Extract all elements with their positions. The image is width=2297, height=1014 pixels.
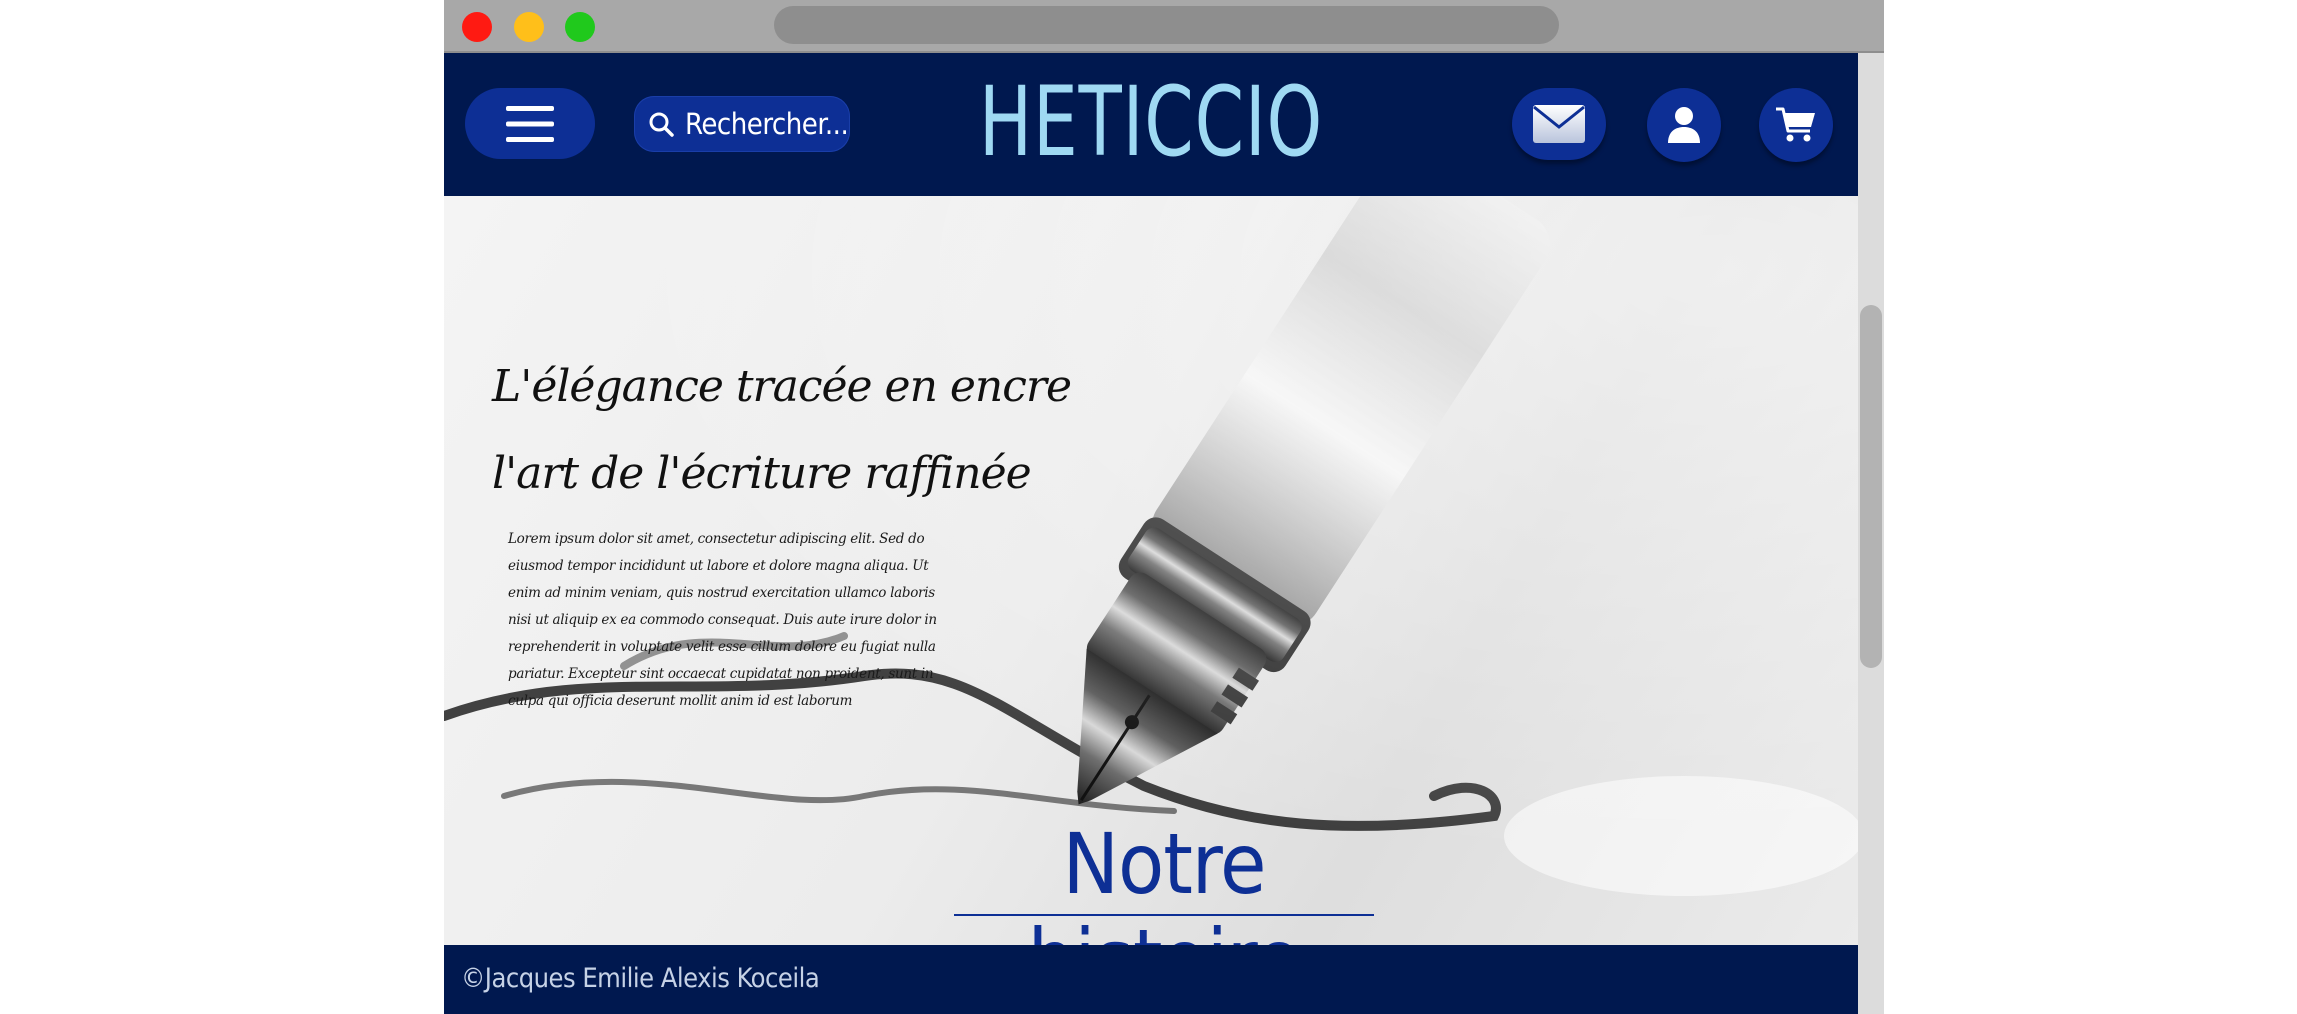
hero-headline-line-1: L'élégance tracée en encre bbox=[492, 361, 1072, 412]
cart-button[interactable] bbox=[1759, 88, 1833, 162]
scrollbar-thumb[interactable] bbox=[1860, 305, 1882, 668]
our-story-underline bbox=[954, 914, 1374, 916]
hero-body-text: Lorem ipsum dolor sit amet, consectetur … bbox=[508, 531, 937, 709]
account-button[interactable] bbox=[1647, 88, 1721, 162]
window-close-button[interactable] bbox=[462, 12, 492, 42]
copyright-text: ©Jacques Emilie Alexis Koceila bbox=[461, 963, 820, 994]
user-icon bbox=[1668, 107, 1700, 143]
site-header: Rechercher... HETICCIO bbox=[444, 53, 1858, 196]
our-story-link[interactable]: Notre histoire bbox=[954, 816, 1374, 945]
search-placeholder: Rechercher... bbox=[685, 107, 849, 141]
search-input[interactable]: Rechercher... bbox=[634, 96, 850, 152]
hamburger-icon bbox=[506, 105, 554, 142]
brand-logo[interactable]: HETICCIO bbox=[924, 67, 1378, 177]
browser-window: Rechercher... HETICCIO L'élégance tracée… bbox=[444, 0, 1884, 1014]
search-icon bbox=[649, 112, 674, 137]
mail-button[interactable] bbox=[1512, 88, 1606, 160]
window-maximize-button[interactable] bbox=[565, 12, 595, 42]
hero-headline-line-2: l'art de l'écriture raffinée bbox=[492, 448, 1032, 499]
title-bar bbox=[444, 0, 1884, 53]
menu-button[interactable] bbox=[465, 88, 595, 159]
web-page: Rechercher... HETICCIO L'élégance tracée… bbox=[444, 53, 1858, 1014]
address-bar[interactable] bbox=[774, 6, 1559, 44]
hero-section: L'élégance tracée en encre l'art de l'éc… bbox=[444, 196, 1858, 945]
shopping-cart-icon bbox=[1776, 107, 1815, 142]
site-footer: ©Jacques Emilie Alexis Koceila bbox=[444, 945, 1858, 1014]
window-minimize-button[interactable] bbox=[514, 12, 544, 42]
envelope-icon bbox=[1533, 105, 1585, 143]
